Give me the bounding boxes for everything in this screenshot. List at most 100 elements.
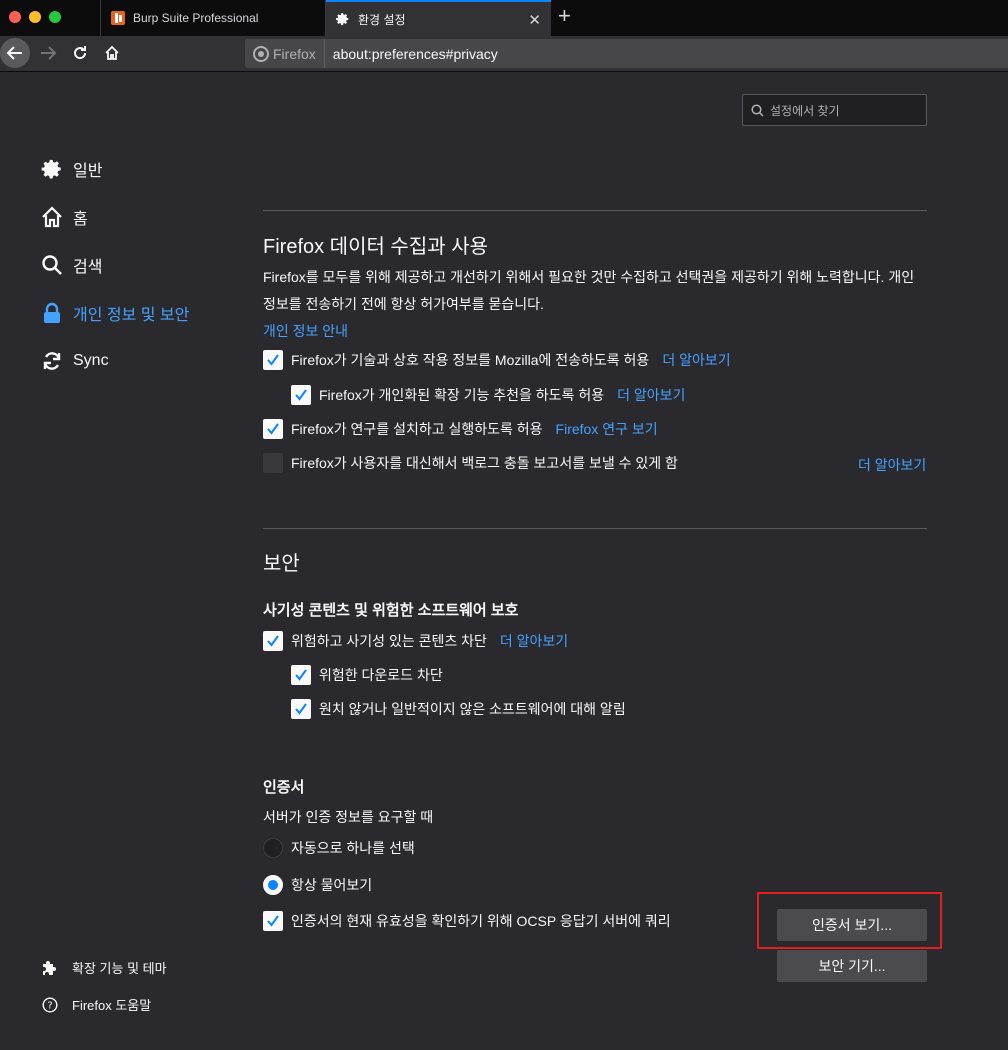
check-icon	[295, 669, 307, 681]
certificates-heading: 인증서	[263, 779, 305, 796]
option-crash-reports[interactable]: Firefox가 사용자를 대신해서 백로그 충돌 보고서를 보낼 수 있게 함	[263, 453, 678, 473]
radio-button[interactable]	[263, 875, 283, 895]
data-collection-description: Firefox를 모두를 위해 제공하고 개선하기 위해서 필요한 것만 수집하…	[263, 264, 927, 318]
search-input[interactable]: 설정에서 찾기	[742, 94, 927, 126]
option-addon-recommendations[interactable]: Firefox가 개인화된 확장 기능 추천을 하도록 허용 더 알아보기	[291, 385, 685, 405]
back-button[interactable]	[0, 38, 30, 68]
learn-more-link[interactable]: 더 알아보기	[617, 385, 685, 405]
radio-dot	[268, 880, 278, 890]
navigation-bar: Firefox about:preferences#privacy	[0, 36, 1008, 72]
checkbox[interactable]	[263, 911, 283, 931]
learn-more-link[interactable]: 더 알아보기	[500, 631, 568, 651]
check-icon	[295, 703, 307, 715]
search-icon	[751, 103, 764, 117]
arrow-left-icon	[6, 46, 22, 60]
option-label: 인증서의 현재 유효성을 확인하기 위해 OCSP 응답기 서버에 쿼리	[291, 913, 671, 929]
sidebar-item-home[interactable]: 홈	[40, 205, 88, 229]
lock-icon	[40, 301, 64, 325]
sidebar-item-label: 홈	[73, 211, 88, 228]
option-ocsp[interactable]: 인증서의 현재 유효성을 확인하기 위해 OCSP 응답기 서버에 쿼리	[263, 911, 671, 931]
security-devices-button[interactable]: 보안 기기...	[777, 950, 927, 982]
home-icon	[105, 45, 119, 60]
deceptive-content-heading: 사기성 콘텐츠 및 위험한 소프트웨어 보호	[263, 602, 519, 619]
section-divider	[263, 210, 927, 211]
option-telemetry[interactable]: Firefox가 기술과 상호 작용 정보를 Mozilla에 전송하도록 허용…	[263, 350, 731, 370]
radio-label: 항상 물어보기	[291, 877, 373, 893]
check-icon	[267, 423, 279, 435]
tab-preferences[interactable]: 환경 설정 ✕	[326, 0, 551, 36]
view-studies-link[interactable]: Firefox 연구 보기	[556, 419, 658, 439]
radio-label: 자동으로 하나를 선택	[291, 840, 415, 856]
extensions-label: 확장 기능 및 테마	[72, 961, 167, 976]
url-text[interactable]: about:preferences#privacy	[325, 46, 498, 62]
sidebar-item-label: Sync	[73, 352, 109, 369]
check-icon	[267, 354, 279, 366]
option-label: 원치 않거나 일반적이지 않은 소프트웨어에 대해 알림	[319, 701, 626, 717]
option-label: Firefox가 사용자를 대신해서 백로그 충돌 보고서를 보낼 수 있게 함	[291, 455, 678, 471]
security-title: 보안	[263, 553, 300, 575]
burp-icon	[111, 11, 125, 25]
minimize-window-button[interactable]	[29, 11, 41, 23]
option-label: Firefox가 개인화된 확장 기능 추천을 하도록 허용	[319, 387, 605, 403]
tab-label: Burp Suite Professional	[133, 11, 259, 25]
url-bar[interactable]: Firefox about:preferences#privacy	[245, 39, 1008, 68]
home-button[interactable]	[101, 42, 123, 64]
sidebar-help-link[interactable]: ? Firefox 도움말	[42, 995, 151, 1014]
checkbox[interactable]	[291, 385, 311, 405]
privacy-notice-link[interactable]: 개인 정보 안내	[263, 321, 348, 341]
option-block-dangerous[interactable]: 위험하고 사기성 있는 콘텐츠 차단 더 알아보기	[263, 631, 568, 651]
gear-icon	[40, 157, 64, 181]
sidebar-item-search[interactable]: 검색	[40, 253, 102, 277]
new-tab-button[interactable]: +	[558, 3, 571, 29]
certificates-subtitle: 서버가 인증 정보를 요구할 때	[263, 809, 434, 825]
learn-more-link[interactable]: 더 알아보기	[662, 350, 730, 370]
checkbox[interactable]	[263, 453, 283, 473]
checkbox[interactable]	[263, 419, 283, 439]
close-tab-icon[interactable]: ✕	[528, 11, 541, 29]
tab-burp-suite[interactable]: Burp Suite Professional	[100, 0, 326, 36]
tab-label: 환경 설정	[358, 12, 406, 27]
check-icon	[295, 389, 307, 401]
close-window-button[interactable]	[9, 11, 21, 23]
highlight-annotation	[757, 892, 942, 949]
radio-ask-every-time[interactable]: 항상 물어보기	[263, 875, 372, 895]
identity-box[interactable]: Firefox	[245, 39, 325, 68]
help-label: Firefox 도움말	[72, 998, 152, 1013]
reload-button[interactable]	[69, 42, 91, 64]
sidebar-item-label: 개인 정보 및 보안	[73, 307, 190, 324]
option-label: Firefox가 기술과 상호 작용 정보를 Mozilla에 전송하도록 허용	[291, 352, 650, 368]
sidebar-item-sync[interactable]: Sync	[40, 349, 109, 373]
data-collection-title: Firefox 데이터 수집과 사용	[263, 236, 488, 258]
option-label: Firefox가 연구를 설치하고 실행하도록 허용	[291, 421, 543, 437]
option-block-downloads[interactable]: 위험한 다운로드 차단	[291, 665, 443, 685]
checkbox[interactable]	[291, 665, 311, 685]
forward-button[interactable]	[37, 42, 59, 64]
search-icon	[40, 253, 64, 277]
option-warn-unwanted[interactable]: 원치 않거나 일반적이지 않은 소프트웨어에 대해 알림	[291, 699, 626, 719]
sidebar-item-label: 검색	[73, 259, 103, 276]
learn-more-link[interactable]: 더 알아보기	[858, 455, 926, 475]
sidebar-item-label: 일반	[73, 163, 103, 180]
sidebar-extensions-link[interactable]: 확장 기능 및 테마	[42, 958, 167, 977]
option-label: 위험한 다운로드 차단	[319, 667, 443, 683]
checkbox[interactable]	[291, 699, 311, 719]
option-studies[interactable]: Firefox가 연구를 설치하고 실행하도록 허용 Firefox 연구 보기	[263, 419, 658, 439]
puzzle-icon	[42, 960, 58, 976]
radio-button[interactable]	[263, 838, 283, 858]
description-text: Firefox를 모두를 위해 제공하고 개선하기 위해서 필요한 것만 수집하…	[263, 269, 915, 312]
svg-text:?: ?	[47, 1000, 52, 1011]
sidebar-item-privacy[interactable]: 개인 정보 및 보안	[40, 301, 189, 325]
option-label: 위험하고 사기성 있는 콘텐츠 차단	[291, 633, 487, 649]
home-icon	[40, 205, 64, 229]
arrow-right-icon	[41, 46, 57, 60]
identity-label: Firefox	[273, 45, 316, 62]
title-bar: Burp Suite Professional 환경 설정 ✕ +	[0, 0, 1008, 36]
radio-select-automatically[interactable]: 자동으로 하나를 선택	[263, 838, 415, 858]
checkbox[interactable]	[263, 350, 283, 370]
sidebar-item-general[interactable]: 일반	[40, 157, 102, 181]
check-icon	[267, 915, 279, 927]
zoom-window-button[interactable]	[49, 11, 61, 23]
search-placeholder: 설정에서 찾기	[770, 103, 840, 118]
checkbox[interactable]	[263, 631, 283, 651]
check-icon	[267, 635, 279, 647]
